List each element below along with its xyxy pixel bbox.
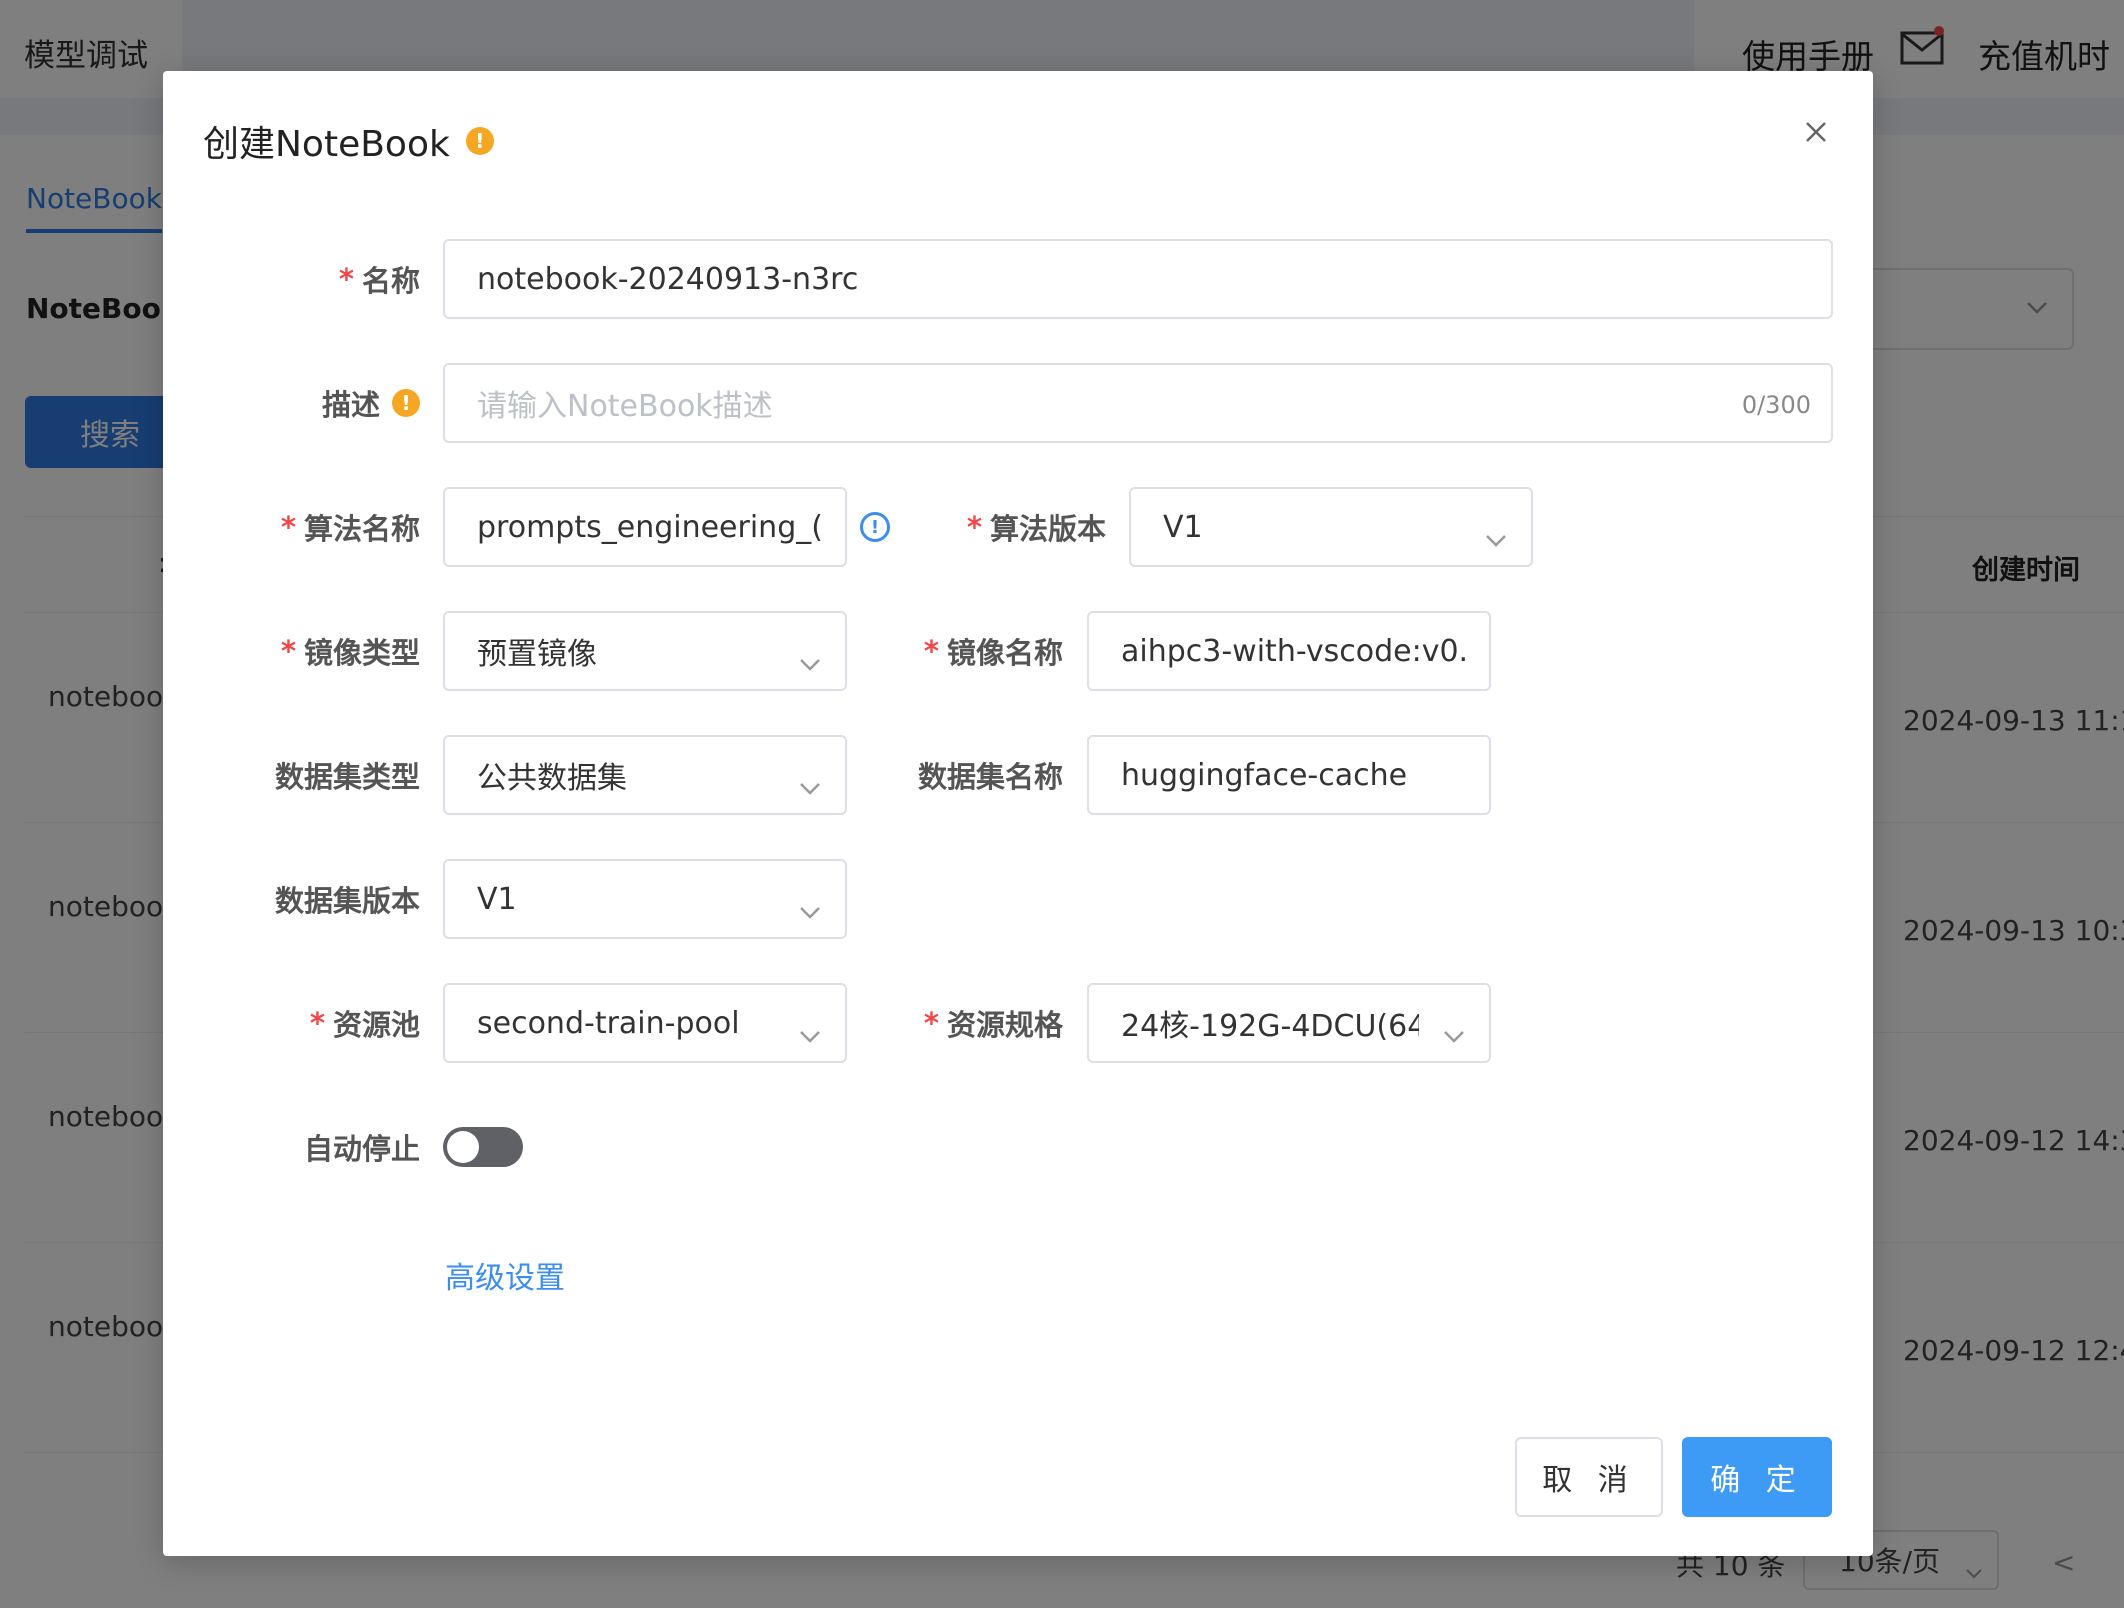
description-placeholder: 请输入NoteBook描述 [477,389,773,424]
required-mark: * [280,510,296,544]
algo-version-label: * 算法版本 [923,487,1106,567]
warning-icon[interactable]: ! [465,127,494,155]
resource-spec-label-text: 资源规格 [946,1008,1063,1042]
required-mark: * [966,510,982,544]
image-type-value: 预置镜像 [477,637,597,672]
dataset-type-label: 数据集类型 [274,760,420,794]
image-type-label-text: 镜像类型 [303,636,420,670]
required-mark: * [338,262,354,296]
required-mark: * [309,1006,325,1040]
required-mark: * [923,634,939,668]
image-name-label: * 镜像名称 [863,611,1063,691]
dataset-type-select[interactable]: 公共数据集 [443,735,847,815]
image-name-input[interactable]: aihpc3-with-vscode:v0. [1087,611,1491,691]
chevron-down-icon [1485,521,1507,556]
cancel-button[interactable]: 取 消 [1515,1437,1663,1517]
close-button[interactable] [1799,115,1833,149]
create-notebook-dialog: 创建NoteBook ! * 名称 notebook-20240913-n3rc … [163,71,1873,1556]
algo-version-label-text: 算法版本 [989,512,1106,546]
required-mark: * [923,1006,939,1040]
char-counter: 0/300 [1741,391,1811,419]
resource-pool-label-text: 资源池 [332,1008,420,1042]
advanced-settings-link[interactable]: 高级设置 [445,1253,565,1297]
required-mark: * [280,634,296,668]
resource-pool-label: * 资源池 [163,983,420,1063]
confirm-button[interactable]: 确 定 [1682,1437,1832,1517]
dialog-title-text: 创建NoteBook [203,124,450,165]
resource-spec-select[interactable]: 24核-192G-4DCU(64GB [1087,983,1491,1063]
chevron-down-icon [799,893,821,928]
dataset-type-value: 公共数据集 [477,761,627,796]
close-icon [1806,122,1826,142]
dataset-version-value: V1 [477,881,517,917]
dataset-name-label: 数据集名称 [917,760,1063,794]
resource-pool-value: second-train-pool [477,1005,740,1041]
name-label: * 名称 [163,239,420,319]
dialog-title: 创建NoteBook ! [203,115,494,167]
resource-pool-select[interactable]: second-train-pool [443,983,847,1063]
chevron-down-icon [799,645,821,680]
algo-version-value: V1 [1163,509,1203,545]
desc-label-text: 描述 [321,388,380,422]
name-label-text: 名称 [361,264,420,298]
chevron-down-icon [799,1017,821,1052]
dataset-version-label: 数据集版本 [274,884,420,918]
chevron-down-icon [1443,1017,1465,1052]
algo-name-label-text: 算法名称 [303,512,420,546]
auto-stop-toggle[interactable] [443,1127,523,1167]
warning-icon[interactable]: ! [392,389,420,417]
algo-name-label: * 算法名称 [163,487,420,567]
desc-label: 描述 ! [163,363,420,443]
toggle-knob [447,1131,479,1163]
resource-spec-label: * 资源规格 [863,983,1063,1063]
dataset-name-input[interactable]: huggingface-cache [1087,735,1491,815]
algo-name-input[interactable]: prompts_engineering_( [443,487,847,567]
algo-version-select[interactable]: V1 [1129,487,1533,567]
description-input[interactable]: 请输入NoteBook描述 0/300 [443,363,1833,443]
image-name-label-text: 镜像名称 [946,636,1063,670]
image-type-select[interactable]: 预置镜像 [443,611,847,691]
auto-stop-label: 自动停止 [303,1132,420,1166]
resource-spec-value: 24核-192G-4DCU(64GB [1121,1009,1419,1044]
chevron-down-icon [799,769,821,804]
info-icon[interactable]: ! [860,512,890,542]
dataset-version-select[interactable]: V1 [443,859,847,939]
name-input[interactable]: notebook-20240913-n3rc [443,239,1833,319]
image-type-label: * 镜像类型 [163,611,420,691]
